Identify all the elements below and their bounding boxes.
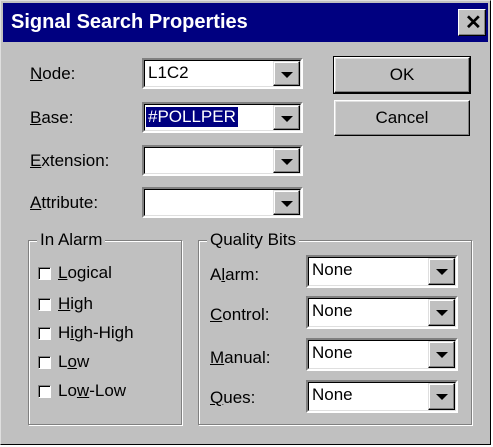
signal-search-dialog: Signal Search Properties ✕ Node: L1C2 Ba…: [0, 0, 491, 445]
high-label: High: [58, 294, 93, 313]
high-high-checkbox[interactable]: [38, 327, 51, 340]
ques-combobox[interactable]: None: [306, 380, 458, 413]
manual-combobox[interactable]: None: [306, 338, 458, 371]
title-bar[interactable]: Signal Search Properties ✕: [3, 3, 488, 42]
extension-dropdown-button[interactable]: [273, 148, 300, 173]
logical-checkbox[interactable]: [38, 267, 51, 280]
ques-label: Ques:: [210, 388, 256, 407]
chevron-down-icon: [281, 116, 293, 122]
attribute-combobox[interactable]: [142, 187, 303, 218]
chevron-down-icon: [436, 310, 448, 316]
node-combobox[interactable]: L1C2: [142, 58, 303, 89]
attribute-label: Attribute:: [30, 193, 99, 212]
window-title: Signal Search Properties: [11, 11, 248, 33]
node-value: L1C2: [148, 63, 189, 82]
chevron-down-icon: [281, 159, 293, 165]
ques-value: None: [312, 385, 353, 404]
low-low-checkbox[interactable]: [38, 385, 51, 398]
base-combobox[interactable]: #POLLPER: [142, 102, 303, 133]
control-label: Control:: [210, 305, 270, 324]
manual-value: None: [312, 343, 353, 362]
alarm-combobox[interactable]: None: [306, 255, 458, 288]
attribute-dropdown-button[interactable]: [273, 190, 300, 215]
high-checkbox[interactable]: [38, 298, 51, 311]
chevron-down-icon: [436, 394, 448, 400]
alarm-value: None: [312, 260, 353, 279]
extension-combobox[interactable]: [142, 145, 303, 176]
in-alarm-title: In Alarm: [37, 230, 106, 250]
ques-dropdown-button[interactable]: [428, 383, 455, 410]
control-dropdown-button[interactable]: [428, 299, 455, 326]
base-label: Base:: [30, 108, 74, 127]
node-label: Node:: [30, 64, 76, 83]
close-icon: ✕: [465, 12, 482, 34]
control-value: None: [312, 301, 353, 320]
low-checkbox[interactable]: [38, 356, 51, 369]
alarm-dropdown-button[interactable]: [428, 258, 455, 285]
extension-label: Extension:: [30, 151, 110, 170]
close-button[interactable]: ✕: [458, 9, 486, 36]
high-high-label: High-High: [58, 323, 134, 342]
node-dropdown-button[interactable]: [273, 61, 300, 86]
chevron-down-icon: [281, 72, 293, 78]
ok-button[interactable]: OK: [333, 56, 471, 94]
control-combobox[interactable]: None: [306, 296, 458, 329]
cancel-button[interactable]: Cancel: [334, 100, 470, 136]
logical-label: Logical: [58, 263, 112, 282]
alarm-label: Alarm:: [210, 265, 260, 284]
chevron-down-icon: [281, 201, 293, 207]
low-low-label: Low-Low: [58, 381, 127, 400]
quality-bits-title: Quality Bits: [207, 230, 299, 250]
base-value: #POLLPER: [146, 107, 238, 127]
low-label: Low: [58, 352, 90, 371]
manual-dropdown-button[interactable]: [428, 341, 455, 368]
manual-label: Manual:: [210, 348, 271, 367]
chevron-down-icon: [436, 352, 448, 358]
chevron-down-icon: [436, 269, 448, 275]
base-dropdown-button[interactable]: [273, 105, 300, 130]
